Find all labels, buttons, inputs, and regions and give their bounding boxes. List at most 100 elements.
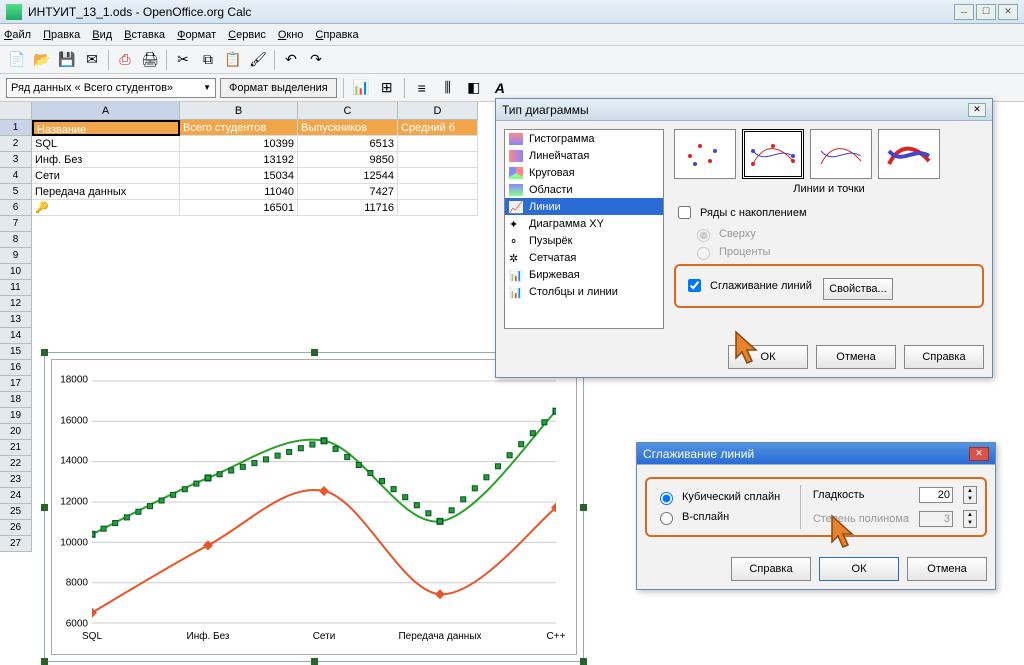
row-head[interactable]: 18 [0,392,32,408]
smooth-checkbox[interactable]: Сглаживание линий [684,276,812,295]
subtype-lines[interactable] [810,129,872,179]
embedded-chart[interactable]: 600080001000012000140001600018000SQLИнф.… [44,352,584,662]
menu-format[interactable]: Формат [177,29,216,41]
cell[interactable]: 16501 [180,200,298,216]
pdf-icon[interactable]: ⎙ [114,49,136,71]
cell[interactable]: 10399 [180,136,298,152]
row-head[interactable]: 13 [0,312,32,328]
row-head[interactable]: 27 [0,536,32,552]
row-head[interactable]: 4 [0,168,32,184]
cell[interactable]: 6513 [298,136,398,152]
subtype-lines-points-selected[interactable] [742,129,804,179]
save-icon[interactable]: 💾 [56,49,78,71]
cell[interactable]: 11716 [298,200,398,216]
cell[interactable] [398,136,478,152]
col-head-a[interactable]: A [32,102,180,120]
cut-icon[interactable]: ✂ [172,49,194,71]
row-head[interactable]: 2 [0,136,32,152]
brush-icon[interactable]: 🖌 [247,49,269,71]
undo-icon[interactable]: ↶ [280,49,302,71]
ok2-button[interactable]: ОК [819,557,899,581]
cell[interactable]: Средний б [398,120,478,136]
paste-icon[interactable]: 📋 [222,49,244,71]
cell[interactable]: Сети [32,168,180,184]
format-selection-button[interactable]: Формат выделения [220,78,337,98]
menu-file[interactable]: Файл [4,29,31,41]
menu-service[interactable]: Сервис [228,29,266,41]
row-head[interactable]: 10 [0,264,32,280]
email-icon[interactable]: ✉ [81,49,103,71]
row-head[interactable]: 17 [0,376,32,392]
axis-icon[interactable]: A [489,77,511,99]
col-head-d[interactable]: D [398,102,478,120]
dialog2-titlebar[interactable]: Сглаживание линий ✕ [637,443,995,465]
open-icon[interactable]: 📂 [31,49,53,71]
menu-help[interactable]: Справка [315,29,358,41]
cell[interactable]: 🔑 [32,200,180,216]
menu-window[interactable]: Окно [278,29,304,41]
cell[interactable]: Выпускников [298,120,398,136]
grid-v-icon[interactable]: ⫼ [437,77,459,99]
row-head[interactable]: 16 [0,360,32,376]
legend-icon[interactable]: ◧ [463,77,485,99]
row-head[interactable]: 25 [0,504,32,520]
cell[interactable]: 9850 [298,152,398,168]
cell[interactable]: Передача данных [32,184,180,200]
row-head[interactable]: 11 [0,280,32,296]
copy-icon[interactable]: ⧉ [197,49,219,71]
smooth-properties-button[interactable]: Свойства... [823,278,893,300]
series-combo[interactable]: Ряд данных « Всего студентов» ▼ [6,78,216,98]
chart-data-icon[interactable]: ⊞ [376,77,398,99]
subtype-points[interactable] [674,129,736,179]
subtype-3d[interactable] [878,129,940,179]
chart-type-icon[interactable]: 📊 [350,77,372,99]
close-button[interactable]: ✕ [998,4,1018,20]
help-button[interactable]: Справка [904,345,984,369]
row-head[interactable]: 12 [0,296,32,312]
chart-type-list[interactable]: Гистограмма Линейчатая Круговая Области … [504,129,664,329]
menu-view[interactable]: Вид [92,29,112,41]
cell[interactable]: 13192 [180,152,298,168]
row-head[interactable]: 23 [0,472,32,488]
row-head[interactable]: 15 [0,344,32,360]
cell[interactable]: 11040 [180,184,298,200]
cell[interactable]: 15034 [180,168,298,184]
row-head[interactable]: 19 [0,408,32,424]
smoothness-spinner[interactable]: ▲▼ [963,486,977,504]
restore-button[interactable]: ☐ [976,4,996,20]
grid-h-icon[interactable]: ≡ [411,77,433,99]
smoothness-input[interactable] [919,487,953,503]
cell[interactable] [398,152,478,168]
select-all-corner[interactable] [0,102,32,120]
col-head-b[interactable]: B [180,102,298,120]
cell[interactable]: Инф. Без [32,152,180,168]
row-head[interactable]: 22 [0,456,32,472]
print-icon[interactable]: 🖨 [139,49,161,71]
b-spline-radio[interactable]: В-сплайн [655,509,788,525]
row-head[interactable]: 7 [0,216,32,232]
row-head[interactable]: 21 [0,440,32,456]
row-head[interactable]: 3 [0,152,32,168]
stacked-checkbox[interactable]: Ряды с накоплением [674,203,984,222]
row-head[interactable]: 9 [0,248,32,264]
row-head[interactable]: 14 [0,328,32,344]
cell[interactable]: Название [32,120,180,136]
row-head[interactable]: 1 [0,120,32,136]
cancel-button[interactable]: Отмена [816,345,896,369]
row-head[interactable]: 20 [0,424,32,440]
minimize-button[interactable]: ─ [954,4,974,20]
cell[interactable]: 12544 [298,168,398,184]
row-head[interactable]: 6 [0,200,32,216]
new-icon[interactable]: 📄 [6,49,28,71]
col-head-c[interactable]: C [298,102,398,120]
row-head[interactable]: 26 [0,520,32,536]
cell[interactable]: SQL [32,136,180,152]
cell[interactable] [398,168,478,184]
help2-button[interactable]: Справка [731,557,811,581]
cell[interactable]: Всего студентов [180,120,298,136]
dialog-close-icon[interactable]: ✕ [968,103,986,117]
dialog-titlebar[interactable]: Тип диаграммы ✕ [496,99,992,121]
ok-button[interactable]: ОК [728,345,808,369]
menu-insert[interactable]: Вставка [124,29,165,41]
row-head[interactable]: 5 [0,184,32,200]
